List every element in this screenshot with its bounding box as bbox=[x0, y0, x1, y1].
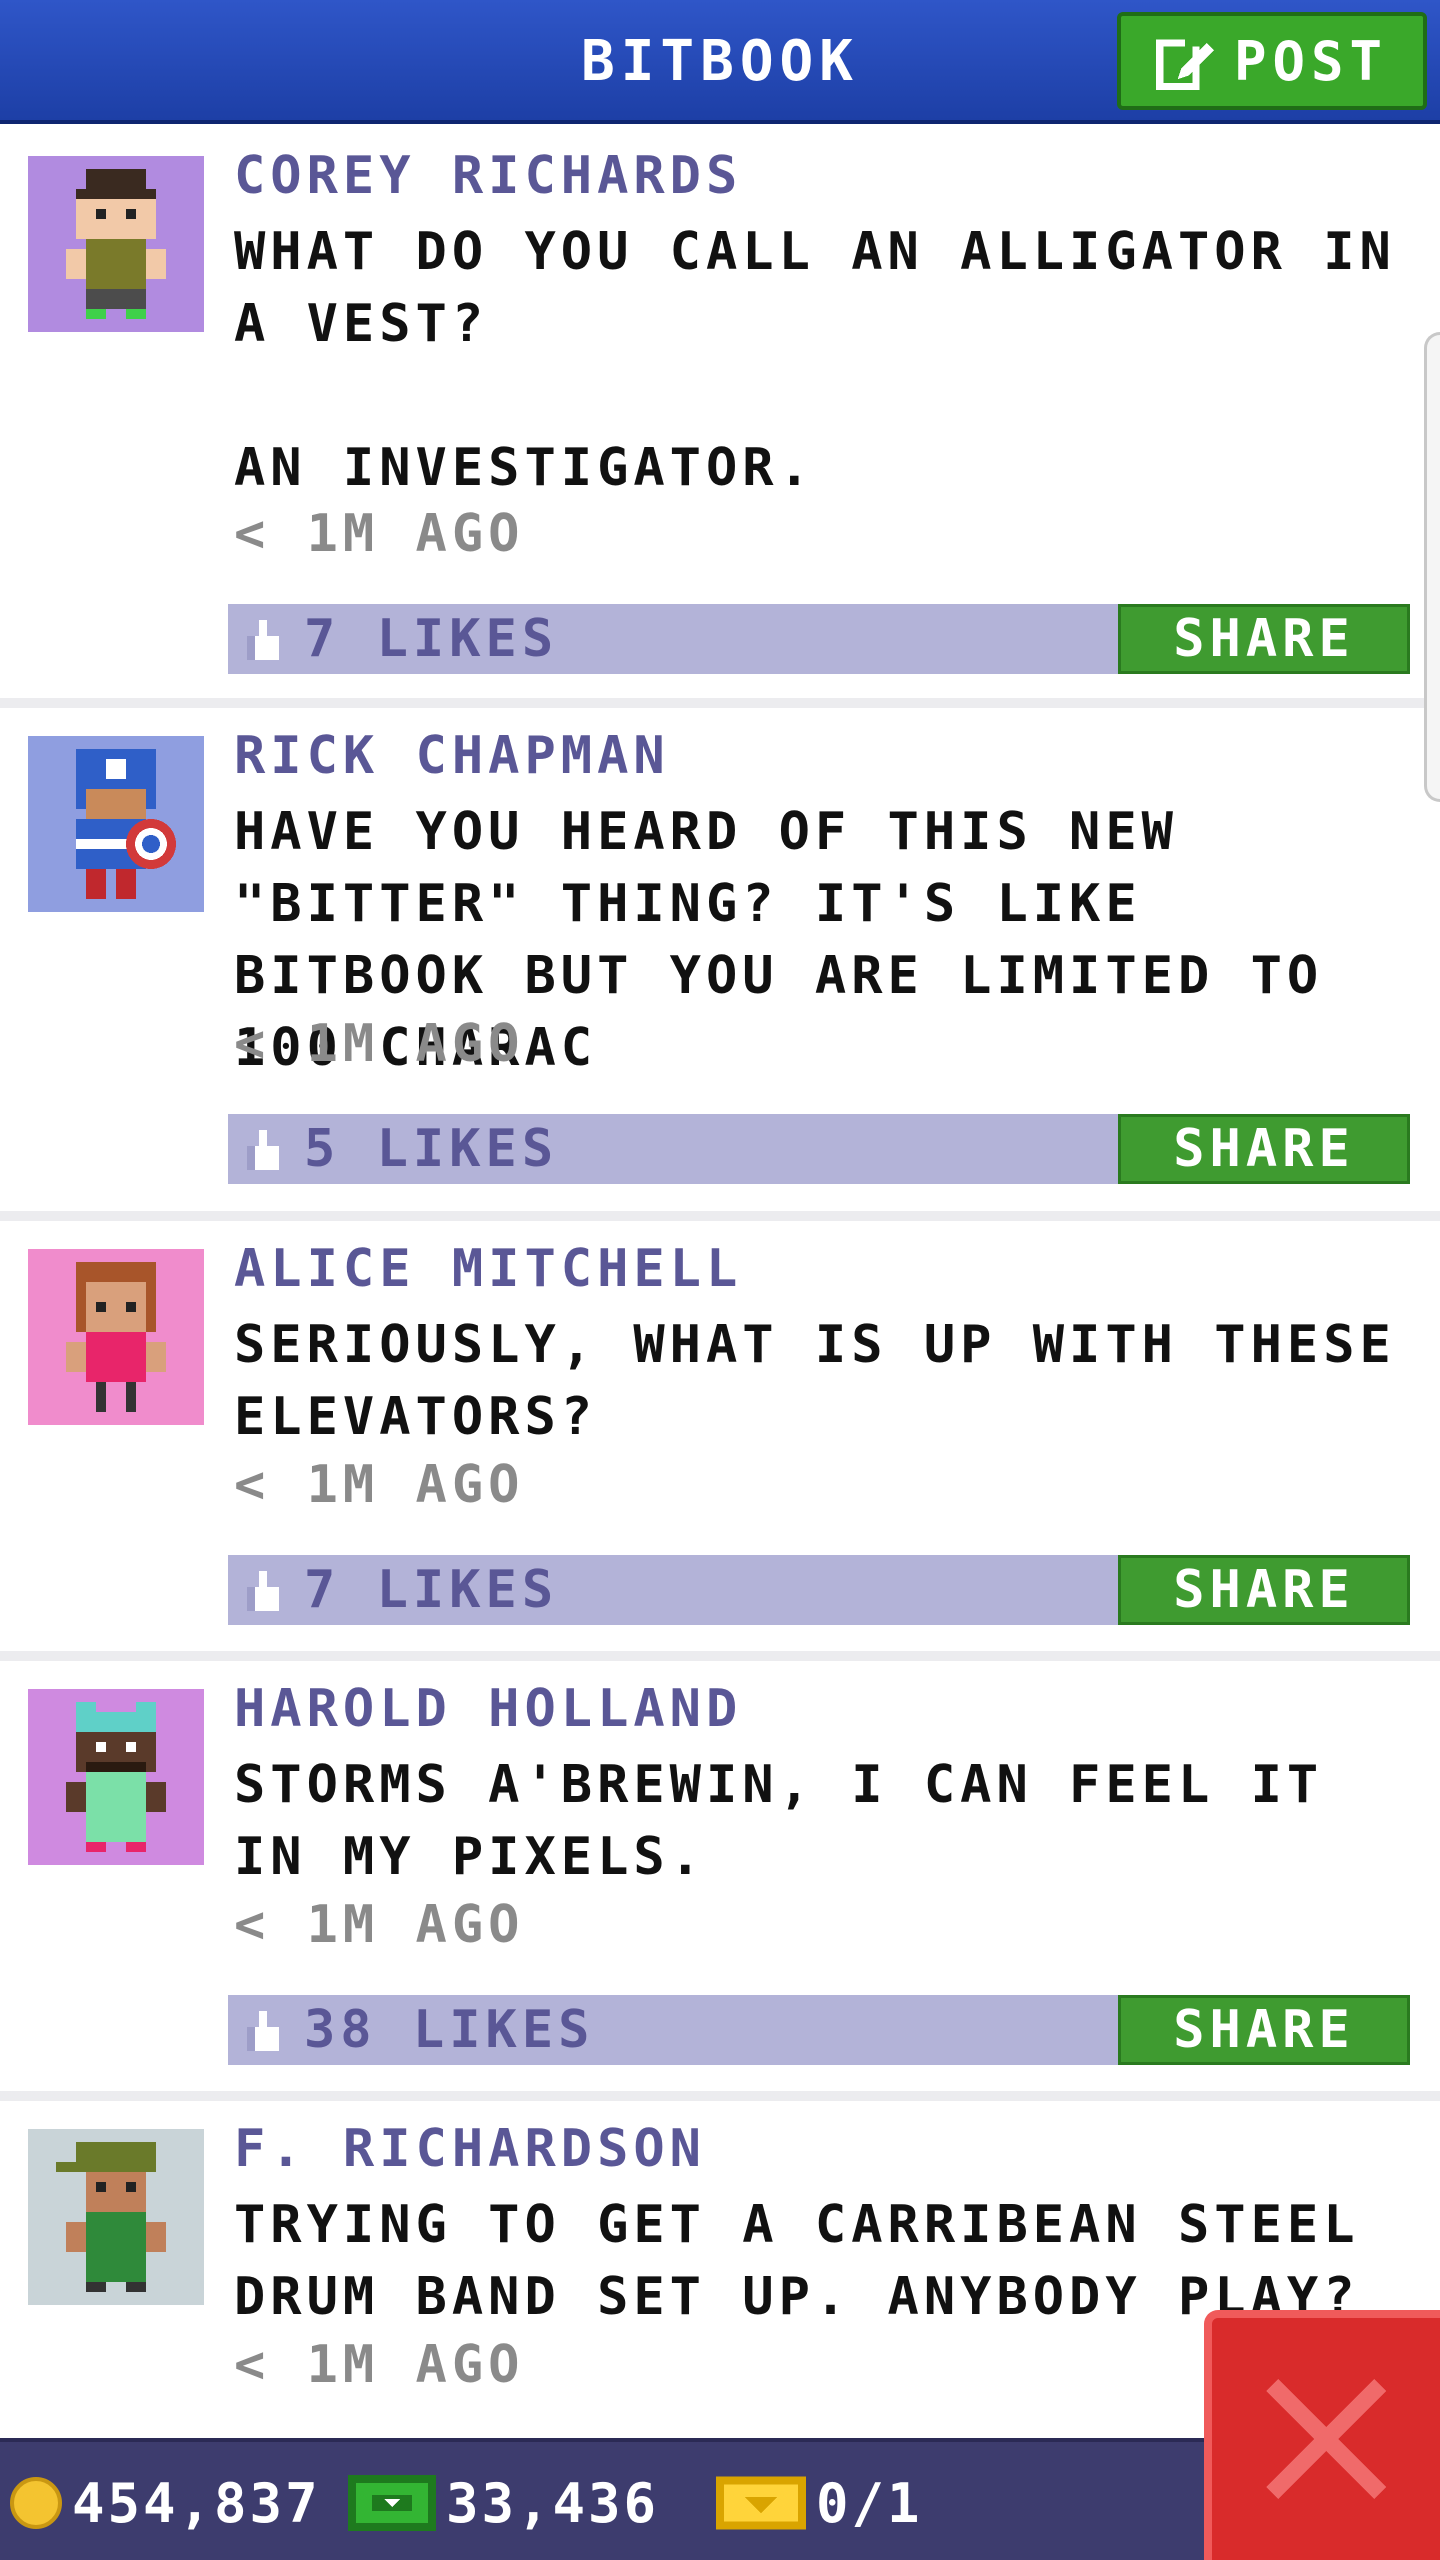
coins-value: 454,837 bbox=[72, 2471, 321, 2535]
likes-bar: 5 LIKES SHARE bbox=[228, 1114, 1410, 1184]
pixel-superhero-shield-icon bbox=[76, 749, 176, 899]
post-button[interactable]: POST bbox=[1117, 12, 1427, 110]
post-author[interactable]: HAROLD HOLLAND bbox=[234, 1679, 742, 1739]
post-message: STORMS A'BREWIN, I CAN FEEL IT IN MY PIX… bbox=[234, 1755, 1360, 1887]
avatar[interactable] bbox=[28, 156, 204, 332]
tickets-value: 0/1 bbox=[816, 2471, 923, 2535]
close-button[interactable] bbox=[1204, 2310, 1440, 2560]
avatar[interactable] bbox=[28, 1249, 204, 1425]
likes-count: 7 LIKES bbox=[304, 609, 559, 669]
header-bar: BITBOOK POST bbox=[0, 0, 1440, 124]
share-button[interactable]: SHARE bbox=[1118, 1555, 1410, 1625]
post-card: RICK CHAPMAN HAVE YOU HEARD OF THIS NEW … bbox=[0, 708, 1440, 1221]
ticket-icon bbox=[716, 2476, 806, 2530]
share-button[interactable]: SHARE bbox=[1118, 1114, 1410, 1184]
likes-count: 38 LIKES bbox=[304, 2000, 595, 2060]
avatar[interactable] bbox=[28, 2129, 204, 2305]
post-card: ALICE MITCHELL SERIOUSLY, WHAT IS UP WIT… bbox=[0, 1221, 1440, 1661]
post-button-label: POST bbox=[1233, 29, 1389, 93]
likes-bar: 7 LIKES SHARE bbox=[228, 604, 1410, 674]
bux-icon bbox=[348, 2475, 436, 2531]
post-card: COREY RICHARDS WHAT DO YOU CALL AN ALLIG… bbox=[0, 128, 1440, 708]
pixel-man-green-cap-icon bbox=[56, 2142, 166, 2292]
likes-bar: 7 LIKES SHARE bbox=[228, 1555, 1410, 1625]
post-message: WHAT DO YOU CALL AN ALLIGATOR IN A VEST?… bbox=[234, 222, 1396, 498]
scrollbar[interactable] bbox=[1424, 332, 1440, 802]
thumbs-up-icon[interactable] bbox=[246, 1571, 280, 1611]
post-author[interactable]: F. RICHARDSON bbox=[234, 2119, 706, 2179]
thumbs-up-icon[interactable] bbox=[246, 620, 280, 660]
avatar[interactable] bbox=[28, 1689, 204, 1865]
share-button[interactable]: SHARE bbox=[1118, 1995, 1410, 2065]
likes-bar: 38 LIKES SHARE bbox=[228, 1995, 1410, 2065]
post-timestamp: < 1M AGO bbox=[234, 2335, 525, 2395]
pixel-woman-pink-dress-icon bbox=[66, 1262, 166, 1412]
post-card: HAROLD HOLLAND STORMS A'BREWIN, I CAN FE… bbox=[0, 1661, 1440, 2101]
avatar[interactable] bbox=[28, 736, 204, 912]
post-timestamp: < 1M AGO bbox=[234, 1014, 525, 1074]
coins-stat: 454,837 bbox=[10, 2442, 321, 2560]
close-icon bbox=[1266, 2379, 1386, 2499]
likes-count: 7 LIKES bbox=[304, 1560, 559, 1620]
thumbs-up-icon[interactable] bbox=[246, 2011, 280, 2051]
post-timestamp: < 1M AGO bbox=[234, 1895, 525, 1955]
post-timestamp: < 1M AGO bbox=[234, 504, 525, 564]
post-feed: COREY RICHARDS WHAT DO YOU CALL AN ALLIG… bbox=[0, 128, 1440, 2441]
post-message: SERIOUSLY, WHAT IS UP WITH THESE ELEVATO… bbox=[234, 1315, 1433, 1447]
post-author[interactable]: RICK CHAPMAN bbox=[234, 726, 670, 786]
pixel-man-olive-shirt-icon bbox=[66, 169, 166, 319]
thumbs-up-icon[interactable] bbox=[246, 1130, 280, 1170]
compose-icon bbox=[1155, 39, 1214, 90]
post-author[interactable]: ALICE MITCHELL bbox=[234, 1239, 742, 1299]
bux-stat: 33,436 bbox=[348, 2442, 659, 2560]
tickets-stat: 0/1 bbox=[716, 2442, 923, 2560]
share-button[interactable]: SHARE bbox=[1118, 604, 1410, 674]
pixel-man-cat-hat-icon bbox=[66, 1702, 166, 1852]
post-author[interactable]: COREY RICHARDS bbox=[234, 146, 742, 206]
coin-icon bbox=[10, 2477, 62, 2529]
likes-count: 5 LIKES bbox=[304, 1119, 559, 1179]
post-timestamp: < 1M AGO bbox=[234, 1455, 525, 1515]
bux-value: 33,436 bbox=[446, 2471, 660, 2535]
